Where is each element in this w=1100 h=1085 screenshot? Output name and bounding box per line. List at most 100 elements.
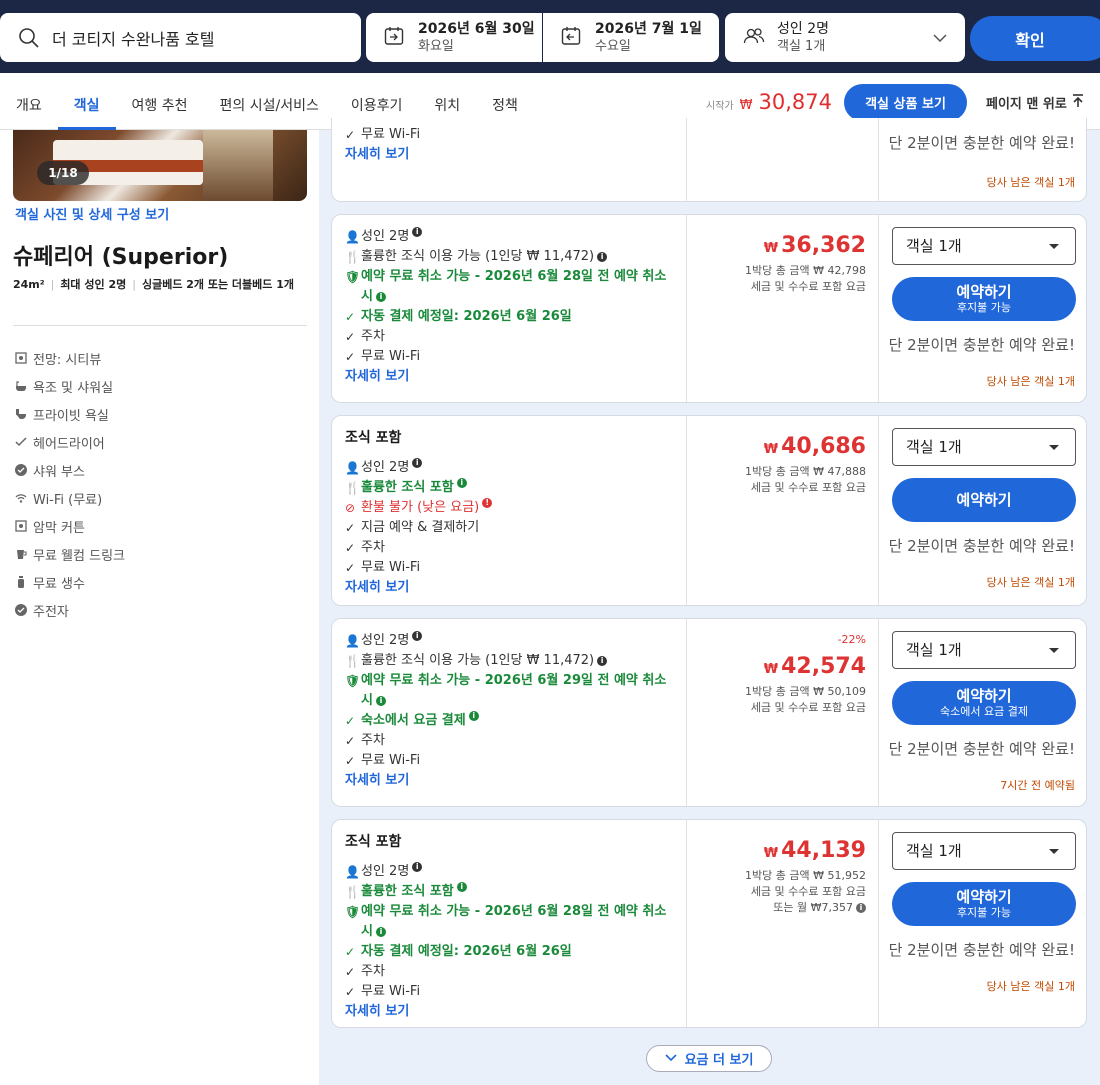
offer-price: ₩42,574 xyxy=(763,654,866,679)
info-icon: i xyxy=(375,695,386,706)
caret-down-icon xyxy=(1049,244,1059,249)
room-quantity-select[interactable]: 객실 1개 xyxy=(892,428,1076,466)
offer-price: ₩36,362 xyxy=(763,233,866,258)
booking-hint: 단 2분이면 충분한 예약 완료! xyxy=(888,537,1075,555)
amenity-item: 암막 커튼 xyxy=(15,512,125,540)
start-price: 시작가 ₩ 30,874 xyxy=(706,90,832,114)
check-icon: ✓ xyxy=(345,310,356,324)
caret-down-icon xyxy=(1049,445,1059,450)
person-icon: 👤 xyxy=(345,634,360,648)
curtain-icon xyxy=(15,520,27,532)
room-quantity-select[interactable]: 객실 1개 xyxy=(892,832,1076,870)
offer-card: 조식 포함 👤 성인 2명 i 🍴 훌륭한 조식 포함 i 🛡 예약 무료 취소 가능 -… xyxy=(331,819,1087,1028)
check-circle-icon xyxy=(15,464,27,476)
room-beds: 싱글베드 2개 또는 더블베드 1개 xyxy=(141,278,295,291)
details-link[interactable]: 자세히 보기 xyxy=(345,578,680,598)
offer-card-partial: ✓ 무료 Wi-Fi 자세히 보기 단 2분이면 충분한 예약 완료! 당사 남은… xyxy=(331,118,1087,202)
room-quantity-select[interactable]: 객실 1개 xyxy=(892,631,1076,669)
room-size: 24m² xyxy=(13,278,45,291)
guests-adults: 성인 2명 xyxy=(777,20,829,37)
person-icon: 👤 xyxy=(345,461,360,475)
info-icon: i xyxy=(412,227,423,237)
price-details: 1박당 총 금액 ₩ 51,952 세금 및 수수료 포함 요금 또는 월 ₩7,3… xyxy=(745,869,866,914)
confirm-button[interactable]: 확인 xyxy=(970,16,1100,61)
search-query: 더 코티지 수완나품 호텔 xyxy=(52,29,215,49)
book-button[interactable]: 예약하기 후지불 가능 xyxy=(892,277,1076,321)
tab-travel-tips[interactable]: 여행 추천 xyxy=(116,73,204,130)
wifi-icon xyxy=(15,492,27,504)
check-icon: ✓ xyxy=(345,561,356,575)
info-icon: i xyxy=(412,458,423,468)
room-photo[interactable]: 1/18 xyxy=(13,130,307,201)
view-room-photos-link[interactable]: 객실 사진 및 상세 구성 보기 xyxy=(15,204,169,223)
utensils-icon: 🍴 xyxy=(345,885,360,899)
checkout-day: 수요일 xyxy=(595,38,631,54)
more-rates-button[interactable]: 요금 더 보기 xyxy=(646,1045,772,1072)
search-bar: 더 코티지 수완나품 호텔 2026년 6월 30일 화요일 2026년 7월 1… xyxy=(0,0,1100,73)
check-icon: ✓ xyxy=(345,945,356,959)
details-link[interactable]: 자세히 보기 xyxy=(345,145,680,165)
toilet-icon xyxy=(15,408,27,420)
check-circle-icon xyxy=(15,604,27,616)
tab-rooms[interactable]: 객실 xyxy=(57,73,116,130)
info-icon: i xyxy=(597,655,608,666)
booking-hint: 단 2분이면 충분한 예약 완료! xyxy=(888,941,1075,959)
book-button[interactable]: 예약하기 후지불 가능 xyxy=(892,882,1076,926)
book-button[interactable]: 예약하기 숙소에서 요금 결제 xyxy=(892,681,1076,725)
room-info-panel: 1/18 객실 사진 및 상세 구성 보기 슈페리어 (Superior) 24… xyxy=(0,130,319,1085)
amenity-item: 전망: 시티뷰 xyxy=(15,344,125,372)
info-icon: i xyxy=(412,631,423,641)
room-max-guests: 최대 성인 2명 xyxy=(60,278,127,291)
info-icon: i xyxy=(412,862,423,872)
book-button[interactable]: 예약하기 xyxy=(892,478,1076,522)
offer-title: 조식 포함 xyxy=(345,834,402,850)
more-rates-label: 요금 더 보기 xyxy=(684,1053,754,1068)
arrow-up-icon xyxy=(1067,93,1084,112)
tab-overview[interactable]: 개요 xyxy=(0,73,58,130)
details-link[interactable]: 자세히 보기 xyxy=(345,367,680,387)
search-input[interactable]: 더 코티지 수완나품 호텔 xyxy=(0,13,361,62)
booking-hint: 단 2분이면 충분한 예약 완료! xyxy=(888,336,1075,354)
checkin-day: 화요일 xyxy=(418,38,454,54)
utensils-icon: 🍴 xyxy=(345,481,360,495)
view-icon xyxy=(15,352,27,364)
check-icon: ✓ xyxy=(345,985,356,999)
info-icon: i xyxy=(856,903,866,913)
info-icon: i xyxy=(456,478,467,488)
back-to-top-link[interactable]: 페이지 맨 위로 xyxy=(986,93,1084,112)
shield-icon: 🛡 xyxy=(345,674,361,688)
room-quantity-select[interactable]: 객실 1개 xyxy=(892,227,1076,265)
chevron-down-icon xyxy=(933,33,947,42)
price-details: 1박당 총 금액 ₩ 42,798 세금 및 수수료 포함 요금 xyxy=(745,264,866,293)
availability-note: 당사 남은 객실 1개 xyxy=(986,576,1075,589)
info-icon: i xyxy=(375,291,386,302)
guests-rooms: 객실 1개 xyxy=(777,38,826,54)
price-details: 1박당 총 금액 ₩ 47,888 세금 및 수수료 포함 요금 xyxy=(745,465,866,494)
offer-title: 조식 포함 xyxy=(345,430,402,446)
amenity-item: Wi-Fi (무료) xyxy=(15,484,125,512)
tab-facilities[interactable]: 편의 시설/서비스 xyxy=(204,73,335,130)
checkout-date: 2026년 7월 1일 xyxy=(595,20,702,37)
discount-badge: -22% xyxy=(837,633,866,646)
check-icon: ✓ xyxy=(345,734,356,748)
calendar-icon xyxy=(561,26,581,50)
amenity-item: 욕조 및 샤워실 xyxy=(15,372,125,400)
info-icon: i xyxy=(468,711,479,721)
check-icon xyxy=(15,436,27,448)
availability-note: 7시간 전 예약됨 xyxy=(1000,779,1075,792)
check-icon: ✓ xyxy=(345,714,356,728)
room-offers-button[interactable]: 객실 상품 보기 xyxy=(844,84,967,121)
start-price-label: 시작가 xyxy=(706,101,734,112)
details-link[interactable]: 자세히 보기 xyxy=(345,1002,680,1022)
checkin-field[interactable]: 2026년 6월 30일 화요일 xyxy=(366,13,542,62)
bathtub-icon xyxy=(15,380,27,392)
amenity-item: 무료 웰컴 드링크 xyxy=(15,540,125,568)
guests-selector[interactable]: 성인 2명 객실 1개 xyxy=(725,13,965,62)
person-icon: 👤 xyxy=(345,230,360,244)
checkout-field[interactable]: 2026년 7월 1일 수요일 xyxy=(543,13,719,62)
details-link[interactable]: 자세히 보기 xyxy=(345,771,680,791)
amenity-item: 무료 생수 xyxy=(15,568,125,596)
water-bottle-icon xyxy=(15,576,27,588)
check-icon: ✓ xyxy=(345,754,356,768)
price-details: 1박당 총 금액 ₩ 50,109 세금 및 수수료 포함 요금 xyxy=(745,685,866,714)
